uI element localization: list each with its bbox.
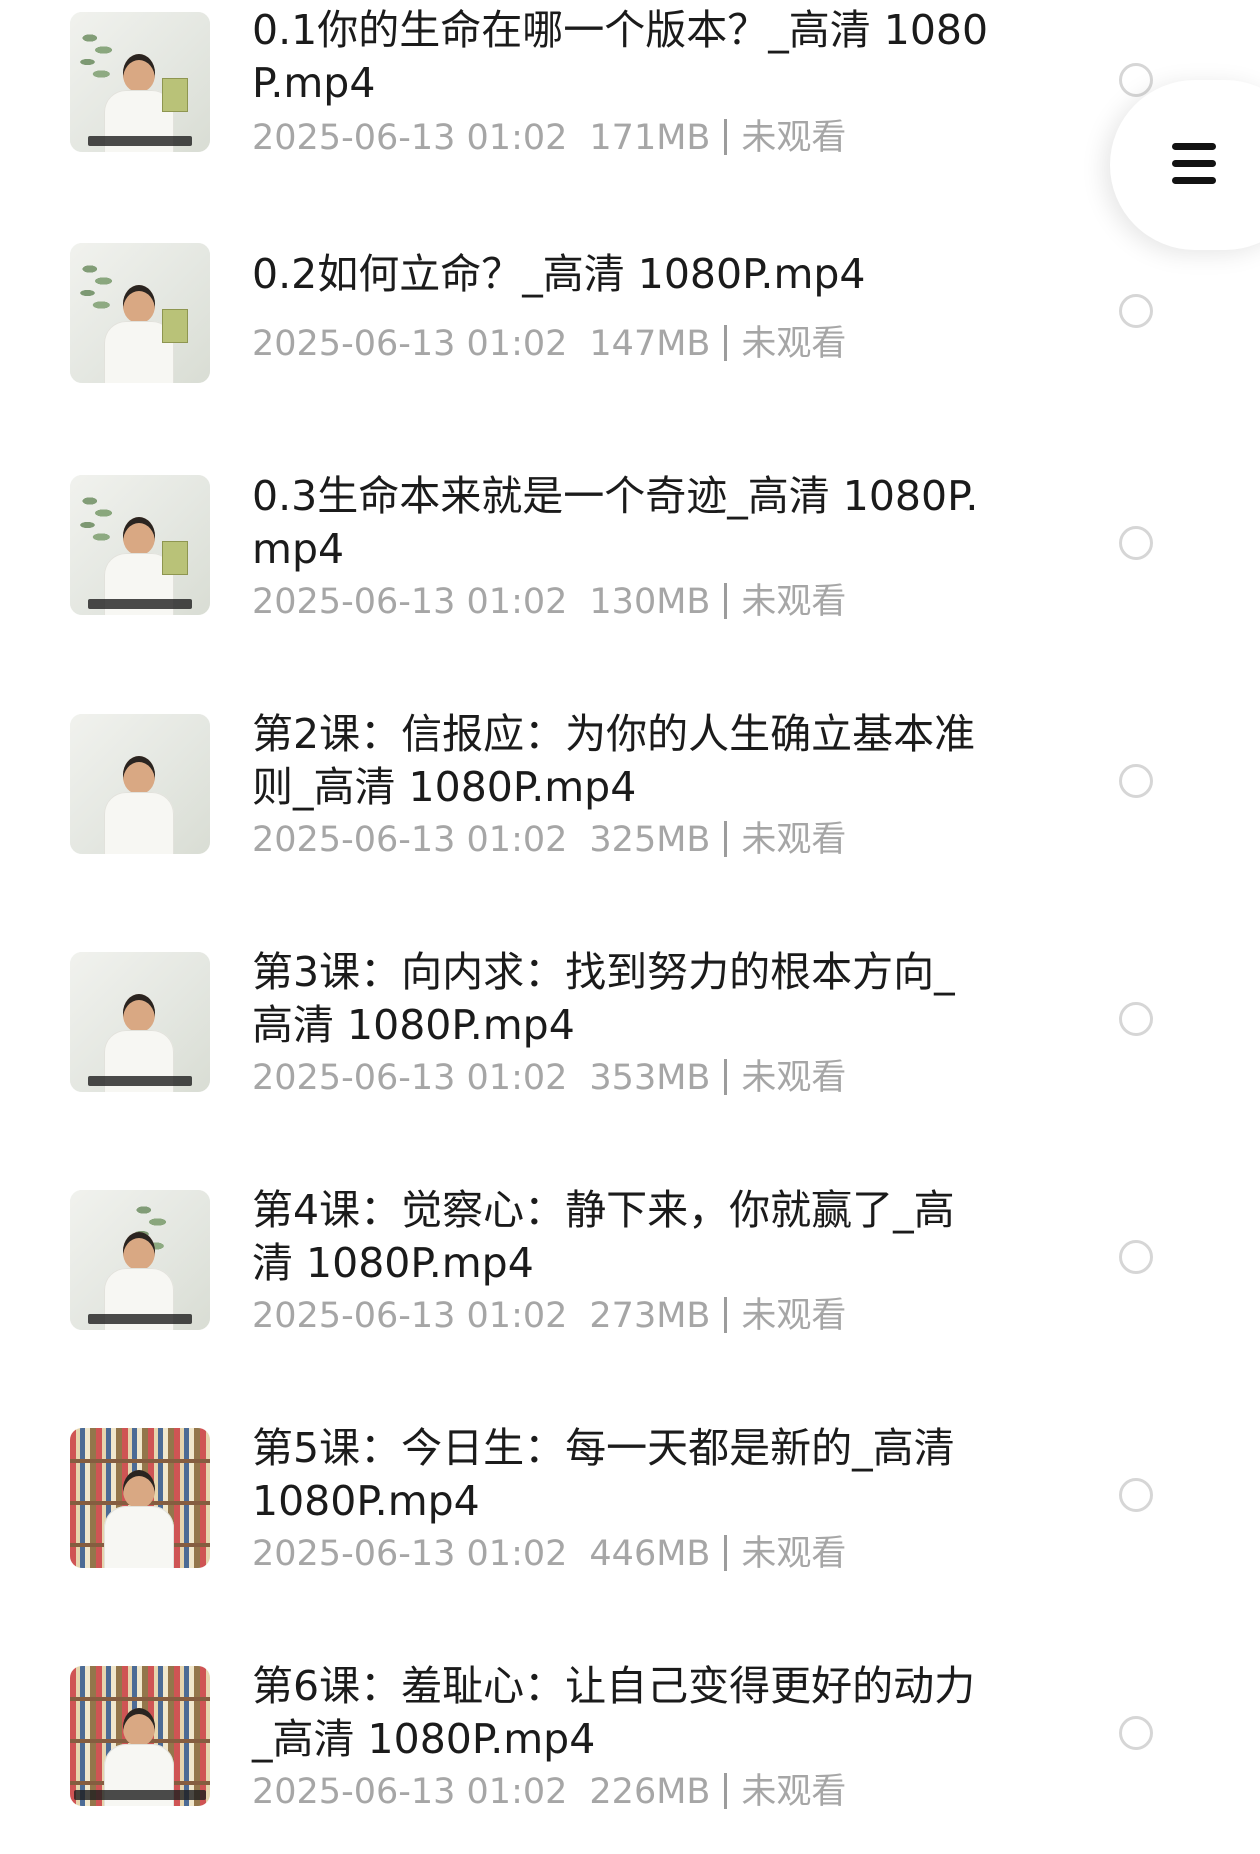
file-list: 0.1你的生命在哪一个版本？_高清 1080P.mp4 2025-06-13 0…: [0, 0, 1260, 1844]
select-radio[interactable]: [1119, 1716, 1153, 1750]
hamburger-menu-icon: [1172, 143, 1216, 185]
file-date: 2025-06-13 01:02: [252, 1058, 568, 1098]
file-title[interactable]: 第4课：觉察心：静下来，你就赢了_高清 1080P.mp4: [252, 1184, 992, 1290]
select-radio[interactable]: [1119, 764, 1153, 798]
file-meta: 2025-06-13 01:02 446MB 未观看: [252, 1532, 846, 1576]
select-radio[interactable]: [1119, 1240, 1153, 1274]
file-title[interactable]: 第6课：羞耻心：让自己变得更好的动力_高清 1080P.mp4: [252, 1660, 992, 1766]
divider: [724, 821, 728, 857]
select-radio[interactable]: [1119, 63, 1153, 97]
select-radio[interactable]: [1119, 294, 1153, 328]
file-meta: 2025-06-13 01:02 325MB 未观看: [252, 818, 846, 862]
divider: [724, 1059, 728, 1095]
file-size: 273MB: [589, 1296, 711, 1336]
video-thumbnail[interactable]: [70, 1190, 210, 1330]
list-item[interactable]: 第5课：今日生：每一天都是新的_高清 1080P.mp4 2025-06-13 …: [0, 1416, 1260, 1616]
file-date: 2025-06-13 01:02: [252, 1534, 568, 1574]
divider: [724, 1773, 728, 1809]
select-radio[interactable]: [1119, 1002, 1153, 1036]
file-size: 353MB: [589, 1058, 711, 1098]
list-item[interactable]: 0.3生命本来就是一个奇迹_高清 1080P.mp4 2025-06-13 01…: [0, 464, 1260, 664]
divider: [724, 119, 728, 155]
file-meta: 2025-06-13 01:02 353MB 未观看: [252, 1056, 846, 1100]
file-date: 2025-06-13 01:02: [252, 1296, 568, 1336]
file-title[interactable]: 第2课：信报应：为你的人生确立基本准则_高清 1080P.mp4: [252, 708, 992, 814]
select-radio[interactable]: [1119, 1478, 1153, 1512]
file-title[interactable]: 0.3生命本来就是一个奇迹_高清 1080P.mp4: [252, 470, 992, 576]
file-title[interactable]: 0.2如何立命？_高清 1080P.mp4: [252, 248, 992, 301]
select-radio[interactable]: [1119, 526, 1153, 560]
file-title[interactable]: 0.1你的生命在哪一个版本？_高清 1080P.mp4: [252, 4, 992, 110]
file-date: 2025-06-13 01:02: [252, 582, 568, 622]
file-size: 446MB: [589, 1534, 711, 1574]
video-thumbnail[interactable]: [70, 952, 210, 1092]
list-item[interactable]: 第4课：觉察心：静下来，你就赢了_高清 1080P.mp4 2025-06-13…: [0, 1178, 1260, 1378]
file-meta: 2025-06-13 01:02 147MB 未观看: [252, 322, 846, 366]
watch-status: 未观看: [741, 324, 847, 364]
video-thumbnail[interactable]: [70, 714, 210, 854]
file-date: 2025-06-13 01:02: [252, 324, 568, 364]
file-date: 2025-06-13 01:02: [252, 1772, 568, 1812]
file-size: 171MB: [589, 118, 711, 158]
file-size: 325MB: [589, 820, 711, 860]
divider: [724, 1297, 728, 1333]
file-meta: 2025-06-13 01:02 226MB 未观看: [252, 1770, 846, 1814]
list-item[interactable]: 0.1你的生命在哪一个版本？_高清 1080P.mp4 2025-06-13 0…: [0, 0, 1260, 200]
watch-status: 未观看: [741, 820, 847, 860]
watch-status: 未观看: [741, 1534, 847, 1574]
watch-status: 未观看: [741, 1058, 847, 1098]
divider: [724, 583, 728, 619]
watch-status: 未观看: [741, 582, 847, 622]
list-item[interactable]: 0.2如何立命？_高清 1080P.mp4 2025-06-13 01:02 14…: [0, 232, 1260, 432]
video-thumbnail[interactable]: [70, 1428, 210, 1568]
video-thumbnail[interactable]: [70, 243, 210, 383]
file-title[interactable]: 第3课：向内求：找到努力的根本方向_高清 1080P.mp4: [252, 946, 992, 1052]
list-item[interactable]: 第2课：信报应：为你的人生确立基本准则_高清 1080P.mp4 2025-06…: [0, 702, 1260, 902]
video-thumbnail[interactable]: [70, 475, 210, 615]
file-date: 2025-06-13 01:02: [252, 820, 568, 860]
file-meta: 2025-06-13 01:02 130MB 未观看: [252, 580, 846, 624]
file-size: 226MB: [589, 1772, 711, 1812]
watch-status: 未观看: [741, 118, 847, 158]
divider: [724, 325, 728, 361]
divider: [724, 1535, 728, 1571]
file-size: 147MB: [589, 324, 711, 364]
watch-status: 未观看: [741, 1296, 847, 1336]
file-size: 130MB: [589, 582, 711, 622]
list-item[interactable]: 第3课：向内求：找到努力的根本方向_高清 1080P.mp4 2025-06-1…: [0, 940, 1260, 1140]
watch-status: 未观看: [741, 1772, 847, 1812]
video-thumbnail[interactable]: [70, 1666, 210, 1806]
file-title[interactable]: 第5课：今日生：每一天都是新的_高清 1080P.mp4: [252, 1422, 992, 1528]
file-date: 2025-06-13 01:02: [252, 118, 568, 158]
file-meta: 2025-06-13 01:02 273MB 未观看: [252, 1294, 846, 1338]
list-item[interactable]: 第6课：羞耻心：让自己变得更好的动力_高清 1080P.mp4 2025-06-…: [0, 1654, 1260, 1854]
video-thumbnail[interactable]: [70, 12, 210, 152]
file-meta: 2025-06-13 01:02 171MB 未观看: [252, 116, 846, 160]
